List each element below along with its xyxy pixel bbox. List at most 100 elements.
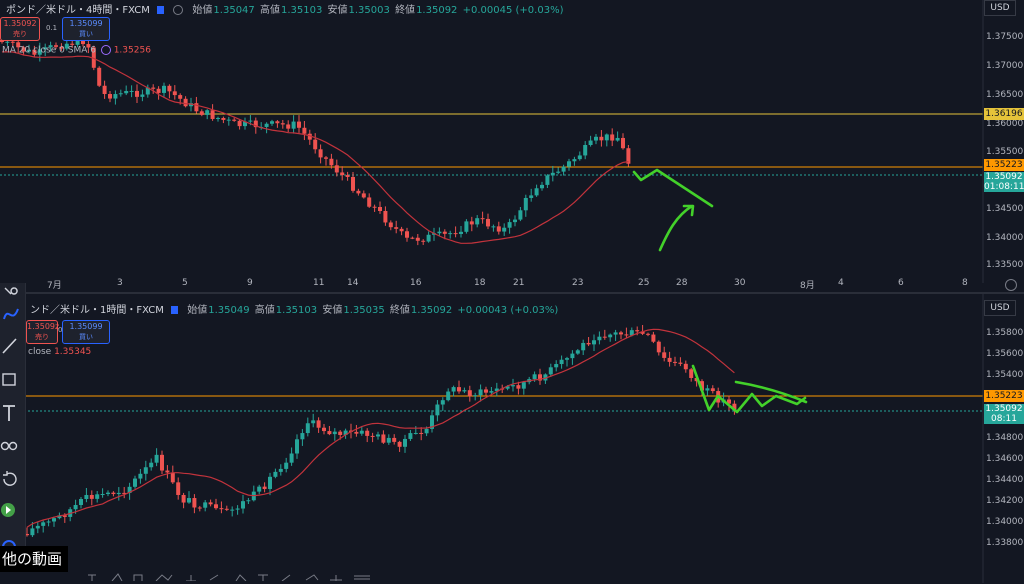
chart-canvas-1h[interactable] [0,294,1024,583]
price-tick: 1.34200 [986,496,1024,506]
candle-body [513,219,517,223]
candle-body [399,228,404,232]
buy-button[interactable]: 1.35099 買い [62,17,110,41]
candle-body [113,94,118,99]
replay-icon[interactable] [0,499,25,521]
candle-body [111,492,116,495]
candle-body [561,166,566,172]
candle-body [381,434,386,443]
candle-body [322,427,326,432]
flag-icon [157,6,165,14]
candle-body [365,430,370,436]
candle-body [667,357,672,362]
cursor-icon[interactable] [0,283,25,305]
sma-legend[interactable]: MA 20 close 0 SMA 6 1.35256 [2,45,151,56]
rotate-icon[interactable] [0,468,25,490]
candle-body [297,121,301,128]
candle-body [372,206,377,208]
candle-body [102,85,107,95]
candle-body [237,120,242,127]
candle-body [583,145,588,156]
candle-body [268,476,272,489]
candle-body [187,498,191,503]
candle-body [361,193,366,198]
candle-body [5,41,10,43]
ohlc-readout: 始値1.35047 高値1.35103 安値1.35003 終値1.35092 … [192,5,564,16]
eye-icon[interactable] [173,5,184,15]
axis-settings-icon[interactable] [1005,279,1017,291]
candle-body [478,389,483,396]
candle-body [133,478,137,487]
price-tick: 1.34400 [986,475,1024,485]
candle-body [662,352,667,358]
price-tick: 1.33800 [986,538,1024,548]
symbol-title-1h[interactable]: ンド／米ドル・1時間・FXCM [30,305,164,316]
candle-body [219,508,224,510]
curve-tool-icon[interactable] [0,303,25,325]
candle-body [289,453,294,463]
candle-body [216,117,220,119]
candle-body [523,197,528,211]
candle-body [241,501,245,509]
candle-body [270,121,274,124]
rectangle-icon[interactable] [0,369,25,391]
candle-body [451,387,456,392]
candle-body [624,334,629,336]
candle-body [178,95,183,99]
candle-body [440,400,445,405]
time-tick: 3 [117,278,123,288]
pattern-icon[interactable] [0,435,25,457]
candle-body [165,470,170,473]
time-tick: 11 [313,278,325,288]
symbol-title[interactable]: ポンド／米ドル・4時間・FXCM [6,5,150,16]
candle-body [610,134,615,141]
candle-body [602,336,607,338]
sell-button[interactable]: 1.35092 売り [0,17,40,41]
trend-line-icon[interactable] [0,335,25,357]
buy-button-1h[interactable]: 1.35099 買い [62,320,110,344]
candle-body [556,171,561,173]
candle-body [35,525,40,529]
candle-body [192,498,197,508]
text-icon[interactable] [0,402,25,424]
candle-body [46,521,51,523]
candle-body [280,123,285,125]
candle-body [502,227,507,232]
candle-body [575,350,580,354]
candle-body [545,175,550,185]
chart-pane-4h[interactable]: ポンド／米ドル・4時間・FXCM 始値1.35047 高値1.35103 安値1… [0,0,1024,291]
currency-label-1h[interactable]: USD [984,300,1016,316]
time-tick: 18 [474,278,486,288]
candle-body [559,359,564,365]
sma-legend-1h[interactable]: close 1.35345 [28,347,91,357]
time-tick: 4 [838,278,844,288]
more-videos-caption[interactable]: 他の動画 [0,546,69,572]
candle-body [621,137,625,149]
settings-icon[interactable] [100,45,111,55]
candle-body [135,90,139,97]
sell-button-1h[interactable]: 1.3509z 売り [26,320,59,344]
candle-body [97,67,102,86]
symbol-header: ポンド／米ドル・4時間・FXCM 始値1.35047 高値1.35103 安値1… [6,1,563,16]
candle-body [683,363,688,370]
candle-body [367,197,372,207]
chart-canvas-4h[interactable] [0,0,1024,290]
candle-body [397,441,402,447]
price-tick: 1.37000 [986,61,1024,71]
chart-pane-1h[interactable]: ンド／米ドル・1時間・FXCM 始値1.35049 高値1.35103 安値1.… [0,292,1024,583]
candle-body [232,119,237,121]
candle-body [162,85,166,93]
price-tag-gold: 1.36196 [984,108,1024,120]
time-tick: 6 [898,278,904,288]
price-tick: 1.33500 [986,260,1024,270]
candle-body [154,454,159,463]
drawing-toolbar [0,283,26,575]
candle-body [594,136,598,141]
candle-body [475,218,480,225]
currency-label[interactable]: USD [984,0,1016,16]
candle-body [208,502,213,505]
candle-body [116,492,121,495]
bottom-drawing-bar [0,572,980,582]
candle-body [405,231,409,238]
candle-body [473,395,478,397]
